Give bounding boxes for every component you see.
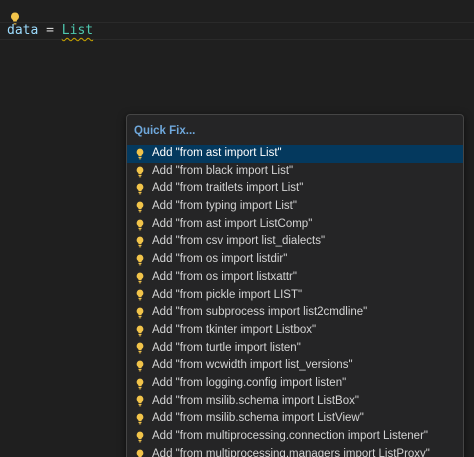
quick-fix-item[interactable]: Add "from ast import List": [127, 145, 463, 163]
quick-fix-item[interactable]: Add "from os import listdir": [127, 251, 463, 269]
quick-fix-item-label: Add "from turtle import listen": [152, 341, 301, 354]
quick-fix-item-label: Add "from wcwidth import list_versions": [152, 359, 353, 372]
lightbulb-icon: [135, 272, 152, 284]
quick-fix-item-label: Add "from black import List": [152, 164, 294, 177]
lightbulb-icon: [135, 183, 152, 195]
quick-fix-item[interactable]: Add "from traitlets import List": [127, 180, 463, 198]
lightbulb-icon: [135, 148, 152, 160]
quick-fix-item-label: Add "from ast import ListComp": [152, 217, 313, 230]
quick-fix-title: Quick Fix...: [134, 125, 196, 137]
quick-fix-item[interactable]: Add "from subprocess import list2cmdline…: [127, 304, 463, 322]
quick-fix-item-label: Add "from subprocess import list2cmdline…: [152, 306, 368, 319]
quick-fix-item[interactable]: Add "from logging.config import listen": [127, 375, 463, 393]
quick-fix-item[interactable]: Add "from multiprocessing.connection imp…: [127, 428, 463, 446]
operator-token: =: [38, 23, 62, 38]
lightbulb-icon: [135, 342, 152, 354]
quick-fix-item[interactable]: Add "from black import List": [127, 163, 463, 181]
quick-fix-item[interactable]: Add "from msilib.schema import ListView": [127, 410, 463, 428]
quick-fix-list: Add "from ast import List" Add "from blac…: [127, 145, 463, 457]
quick-fix-item-label: Add "from typing import List": [152, 200, 297, 213]
lightbulb-icon: [135, 449, 152, 457]
quick-fix-item[interactable]: Add "from turtle import listen": [127, 340, 463, 358]
quick-fix-item[interactable]: Add "from multiprocessing.managers impor…: [127, 446, 463, 457]
quick-fix-item[interactable]: Add "from pickle import LIST": [127, 287, 463, 305]
quick-fix-item-label: Add "from csv import list_dialects": [152, 235, 326, 248]
quick-fix-menu[interactable]: Quick Fix... Add "from ast import List" A…: [126, 114, 464, 457]
quick-fix-item[interactable]: Add "from tkinter import Listbox": [127, 322, 463, 340]
lightbulb-icon: [135, 166, 152, 178]
lightbulb-icon: [135, 219, 152, 231]
lightbulb-icon: [135, 325, 152, 337]
lightbulb-icon: [135, 413, 152, 425]
quick-fix-item[interactable]: Add "from wcwidth import list_versions": [127, 357, 463, 375]
lightbulb-icon: [135, 431, 152, 443]
lightbulb-icon: [135, 254, 152, 266]
quick-fix-item[interactable]: Add "from msilib.schema import ListBox": [127, 393, 463, 411]
quick-fix-item-label: Add "from traitlets import List": [152, 182, 304, 195]
lightbulb-icon: [135, 307, 152, 319]
quick-fix-item[interactable]: Add "from typing import List": [127, 198, 463, 216]
type-token-with-warning[interactable]: List: [62, 23, 93, 38]
quick-fix-item-label: Add "from logging.config import listen": [152, 376, 347, 389]
quick-fix-item[interactable]: Add "from csv import list_dialects": [127, 233, 463, 251]
quick-fix-item[interactable]: Add "from os import listxattr": [127, 269, 463, 287]
quick-fix-item-label: Add "from multiprocessing.connection imp…: [152, 430, 428, 442]
quick-fix-item-label: Add "from msilib.schema import ListBox": [152, 394, 359, 407]
quick-fix-item-label: Add "from pickle import LIST": [152, 288, 303, 301]
code-editor[interactable]: data = List Quick Fix... Add "from ast i…: [0, 0, 474, 457]
lightbulb-icon: [135, 395, 152, 407]
lightbulb-icon: [135, 201, 152, 213]
lightbulb-icon: [135, 360, 152, 372]
quick-fix-item-label: Add "from msilib.schema import ListView": [152, 412, 364, 425]
quick-fix-item-label: Add "from os import listxattr": [152, 270, 297, 283]
quick-fix-item[interactable]: Add "from ast import ListComp": [127, 216, 463, 234]
quick-fix-item-label: Add "from multiprocessing.managers impor…: [152, 447, 430, 457]
quick-fix-item-label: Add "from ast import List": [152, 147, 282, 159]
lightbulb-icon: [135, 236, 152, 248]
lightbulb-icon: [135, 378, 152, 390]
variable-token[interactable]: data: [7, 23, 38, 38]
quick-fix-item-label: Add "from tkinter import Listbox": [152, 323, 317, 336]
quick-fix-item-label: Add "from os import listdir": [152, 253, 288, 266]
code-line[interactable]: data = List: [7, 23, 93, 39]
lightbulb-icon: [135, 289, 152, 301]
